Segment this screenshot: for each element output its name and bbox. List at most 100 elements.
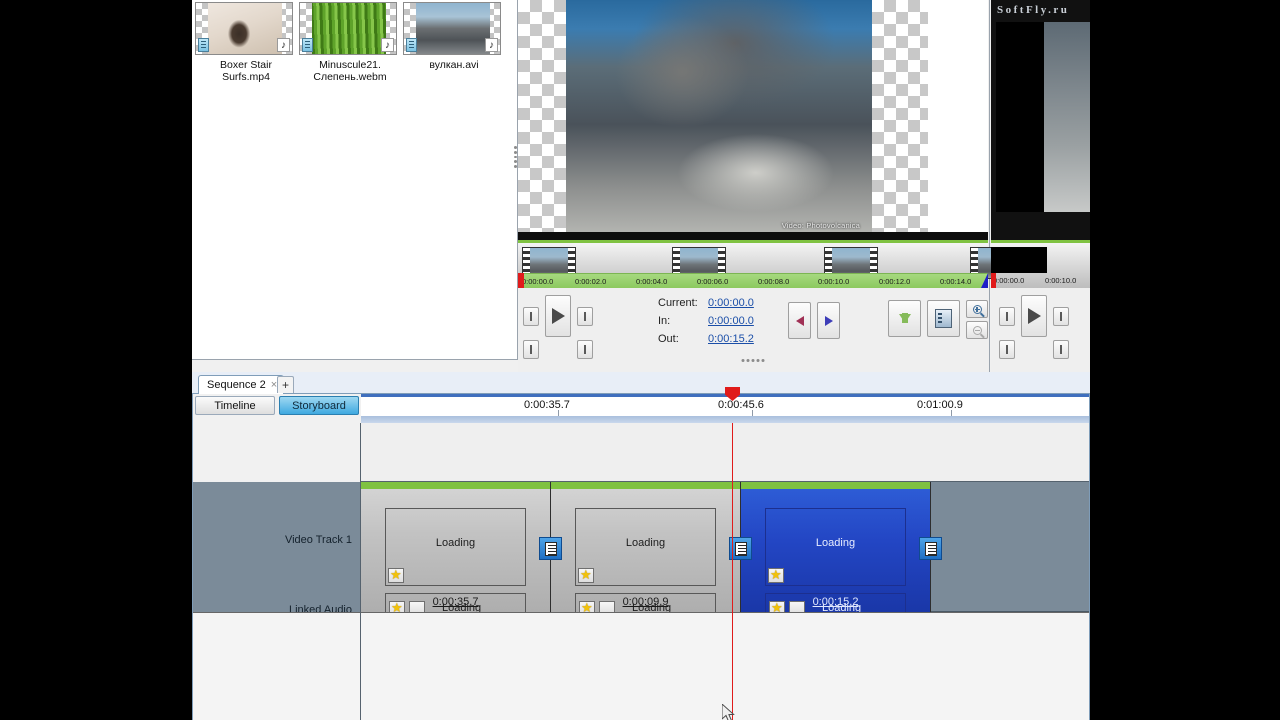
secondary-timecode-ruler[interactable]: 0:00:00.0 0:00:10.0 [991,273,1090,288]
secondary-preview-letterbox [996,22,1044,212]
clip-duration[interactable]: 0:00:35.7 [361,596,550,608]
clip-duration[interactable]: 0:00:09.9 [551,596,740,608]
timecode-readouts: Current: 0:00:00.0 In: 0:00:00.0 Out: 0:… [658,294,754,348]
audio-note-icon: ♪ [485,38,498,52]
ruler-tick: 0:00:12.0 [879,277,911,286]
in-timecode-value[interactable]: 0:00:00.0 [708,315,754,327]
secondary-player-panel: SoftFly.ru 0:00:00.0 0:00:10.0 [991,0,1090,372]
timecode-label: In: [658,315,671,327]
timeline-upper-strip[interactable] [361,423,1089,482]
ruler-tick: 0:00:00.0 [993,276,1025,285]
in-point-marker[interactable] [518,273,524,288]
zoom-out-button[interactable] [966,321,988,339]
video-preview[interactable]: Video: Photovolcanica [518,0,988,240]
secondary-play-button[interactable] [1020,295,1048,337]
go-to-end-button[interactable] [576,340,593,359]
clip-duration[interactable]: 0:00:15.2 [741,596,930,608]
save-clip-button[interactable] [927,300,960,337]
ruler-tick: 0:00:10.0 [1045,276,1077,285]
sequence-tab[interactable]: Sequence 2 × [198,375,285,394]
insert-to-timeline-button[interactable] [888,300,921,337]
transition-icon [734,541,747,556]
transport-buttons [523,295,593,359]
step-forward-button[interactable] [577,306,593,326]
media-thumbnail[interactable]: ♪ [299,2,397,55]
player-scrub-strip[interactable]: 0:00:00.0 0:00:02.0 0:00:04.0 0:00:06.0 … [518,240,1024,288]
timeline-ruler-tick: 0:01:00.9 [917,399,963,411]
timecode-row: In: 0:00:00.0 [658,312,754,330]
favorite-star-icon[interactable] [768,567,784,583]
transition-button[interactable] [539,537,562,560]
watermark-text: SoftFly.ru [997,4,1070,16]
media-thumbnail[interactable]: ♪ [195,2,293,55]
timeline-playhead[interactable] [732,423,733,720]
ruler-tick: 0:00:04.0 [636,277,668,286]
transition-icon [544,541,557,556]
step-back-button[interactable] [523,306,539,326]
media-thumbnail[interactable]: ♪ [403,2,501,55]
timeline-mode-bar: Timeline Storyboard [193,394,361,416]
timeline-clip[interactable]: Loading Loading 0:00:35.7 [361,482,551,624]
audio-note-icon: ♪ [381,38,394,52]
video-icon [302,38,313,52]
play-button[interactable] [544,295,572,337]
media-item-label: вулкан.avi [429,59,479,71]
clip-video-body[interactable]: Loading [765,508,906,586]
secondary-in-point-marker[interactable] [991,273,996,288]
clip-video-bar [361,482,550,489]
panel-resize-grip[interactable] [741,359,765,362]
current-timecode-value[interactable]: 0:00:00.0 [708,297,754,309]
media-item[interactable]: ♪ вулкан.avi [403,2,505,83]
mark-out-icon [824,315,833,326]
zoom-in-button[interactable] [966,300,988,318]
timecode-label: Out: [658,333,679,345]
clip-video-body[interactable]: Loading [575,508,716,586]
zoom-out-icon [972,325,982,335]
media-bin-panel[interactable]: ♪ Boxer Stair Surfs.mp4 ♪ Minuscule21. С… [192,0,518,360]
player-timecode-ruler[interactable]: 0:00:00.0 0:00:02.0 0:00:04.0 0:00:06.0 … [518,273,988,288]
mark-in-button[interactable] [788,302,811,339]
media-item[interactable]: ♪ Boxer Stair Surfs.mp4 [195,2,297,83]
mark-out-button[interactable] [817,302,840,339]
media-bin-items: ♪ Boxer Stair Surfs.mp4 ♪ Minuscule21. С… [192,0,517,83]
preview-frame-image [566,0,872,240]
secondary-go-to-start-button[interactable] [999,340,1016,359]
favorite-star-icon[interactable] [578,567,594,583]
timeline-clip-area[interactable]: Loading Loading 0:00:35.7 [361,482,1089,624]
secondary-scrub-strip[interactable]: 0:00:00.0 0:00:10.0 [991,240,1090,288]
timecode-row: Out: 0:00:15.2 [658,330,754,348]
add-sequence-button[interactable]: + [277,376,294,393]
go-to-start-button[interactable] [523,340,540,359]
secondary-transport [991,288,1090,364]
out-point-marker[interactable] [981,273,988,288]
clip-video-label: Loading [625,537,666,549]
player-panel: Video: Photovolcanica 0:00:00.0 0:00:02.… [513,0,1024,372]
media-item[interactable]: ♪ Minuscule21. Слепень.webm [299,2,401,83]
secondary-step-forward-button[interactable] [1053,306,1069,326]
screen-root: ♪ Boxer Stair Surfs.mp4 ♪ Minuscule21. С… [0,0,1280,720]
transition-button[interactable] [919,537,942,560]
secondary-video-preview[interactable]: SoftFly.ru [991,0,1090,240]
ruler-tick: 0:00:00.0 [522,277,554,286]
favorite-star-icon[interactable] [388,567,404,583]
tab-timeline[interactable]: Timeline [195,396,275,415]
sequence-tab-label: Sequence 2 [207,379,266,391]
clip-video-label: Loading [815,537,856,549]
player-action-buttons [888,300,988,339]
secondary-preview-frame [1044,22,1090,212]
application-window: ♪ Boxer Stair Surfs.mp4 ♪ Minuscule21. С… [192,0,1090,720]
clip-video-body[interactable]: Loading [385,508,526,586]
timeline-ruler-tick: 0:00:45.6 [718,399,764,411]
timeline-canvas[interactable]: Loading Loading 0:00:35.7 [361,423,1089,720]
secondary-step-back-button[interactable] [999,306,1015,326]
timeline-clip[interactable]: Loading Loading 0:00:09.9 [551,482,741,624]
timeline-ruler[interactable]: 0:00:35.7 0:00:45.6 0:01:00.9 [361,394,1089,418]
timeline-clip-selected[interactable]: Loading Loading 0:00:15.2 [741,482,931,624]
out-timecode-value[interactable]: 0:00:15.2 [708,333,754,345]
secondary-go-to-end-button[interactable] [1052,340,1069,359]
tab-storyboard[interactable]: Storyboard [279,396,359,415]
video-icon [198,38,209,52]
save-clip-icon [935,309,952,328]
track-header-column: Video Track 1 Linked Audio [193,482,361,616]
clip-video-bar [551,482,740,489]
